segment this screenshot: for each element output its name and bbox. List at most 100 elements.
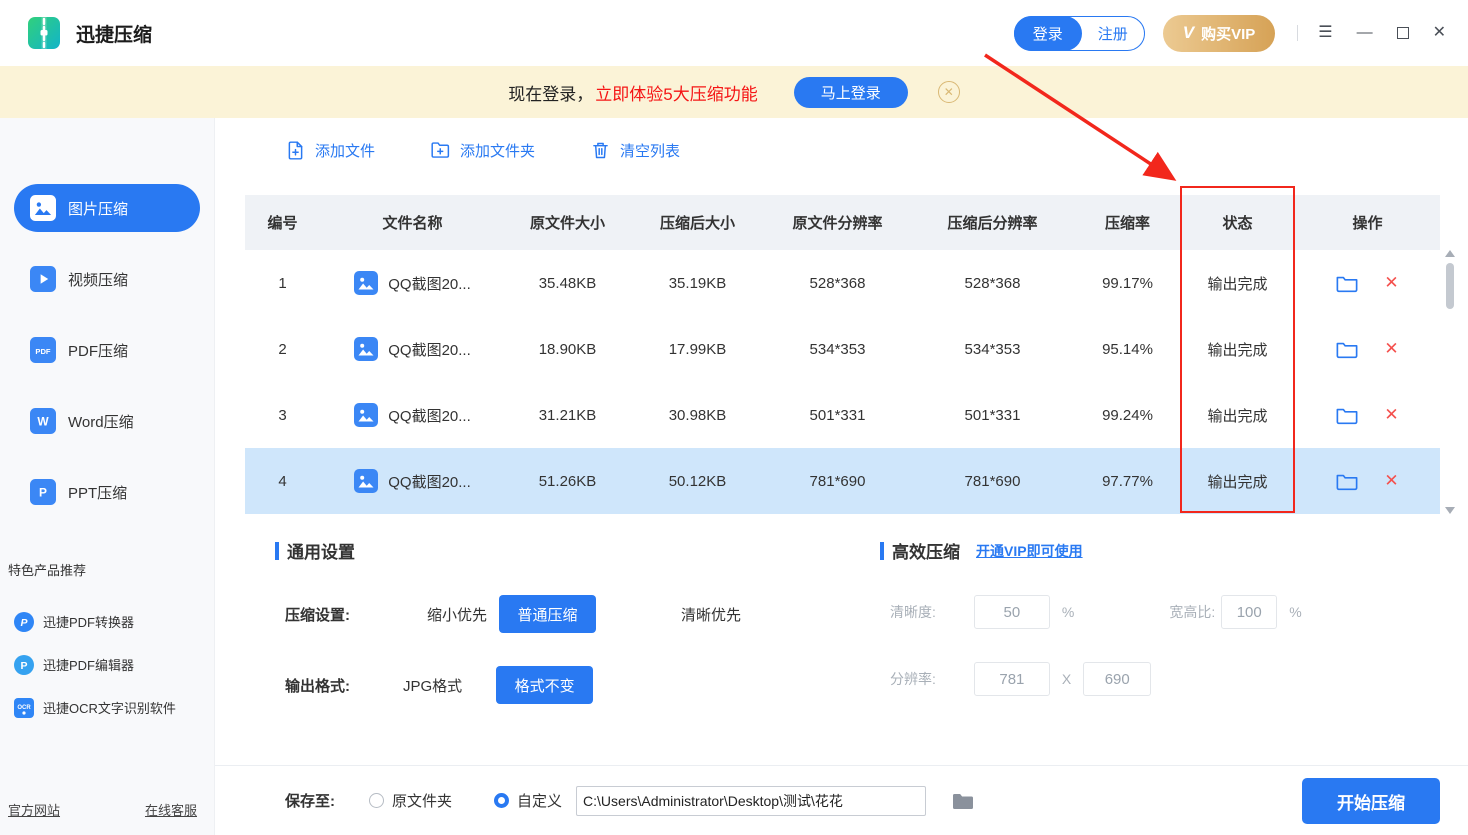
product-pdf-editor[interactable]: P 迅捷PDF编辑器 [0, 643, 214, 686]
resolution-width-input[interactable] [974, 662, 1050, 696]
settings-section: 通用设置 压缩设置: 缩小优先 普通压缩 清晰优先 输出格式: JPG格式 格式… [215, 538, 1468, 704]
cell-original-resolution: 781*690 [765, 473, 910, 490]
minimize-button[interactable]: — [1357, 25, 1373, 41]
option-jpg-format[interactable]: JPG格式 [403, 675, 462, 696]
open-folder-icon[interactable] [1336, 472, 1358, 491]
sidebar-item-label: 图片压缩 [68, 198, 128, 219]
delete-icon[interactable]: ✕ [1384, 339, 1398, 359]
title-bar-accent [880, 542, 884, 560]
radio-custom-folder-circle[interactable] [494, 793, 509, 808]
menu-icon[interactable]: ☰ [1318, 25, 1332, 41]
register-button[interactable]: 注册 [1082, 23, 1144, 44]
delete-icon[interactable]: ✕ [1384, 405, 1398, 425]
sidebar-item-pdf-compress[interactable]: PDF PDF压缩 [14, 326, 200, 374]
cell-actions: ✕ [1295, 339, 1440, 359]
header-compressed-resolution: 压缩后分辨率 [910, 212, 1075, 233]
cell-compressed-resolution: 528*368 [910, 275, 1075, 292]
sidebar-item-word-compress[interactable]: W Word压缩 [14, 397, 200, 445]
cell-number: 3 [245, 407, 320, 424]
scrollbar-down-icon[interactable] [1445, 507, 1455, 514]
cell-ratio: 95.14% [1075, 341, 1180, 358]
cell-original-resolution: 534*353 [765, 341, 910, 358]
add-file-label: 添加文件 [315, 140, 375, 161]
online-service-link[interactable]: 在线客服 [145, 800, 197, 819]
cell-original-size: 35.48KB [505, 275, 630, 292]
product-ocr-software[interactable]: OCR 迅捷OCR文字识别软件 [0, 686, 214, 729]
close-button[interactable]: ✕ [1433, 25, 1446, 41]
open-folder-icon[interactable] [1336, 340, 1358, 359]
ppt-compress-icon: P [30, 479, 56, 505]
open-folder-icon[interactable] [1336, 274, 1358, 293]
scrollbar-up-icon[interactable] [1445, 250, 1455, 257]
login-now-button[interactable]: 马上登录 [794, 77, 908, 108]
image-compress-icon [30, 195, 56, 221]
file-table-body: 1 QQ截图20... 35.48KB 35.19KB 528*368 528*… [245, 250, 1440, 514]
cell-status: 输出完成 [1180, 273, 1295, 294]
option-keep-format[interactable]: 格式不变 [496, 666, 593, 704]
buy-vip-button[interactable]: V 购买VIP [1163, 15, 1276, 52]
table-row[interactable]: 1 QQ截图20... 35.48KB 35.19KB 528*368 528*… [245, 250, 1440, 316]
start-compression-button[interactable]: 开始压缩 [1302, 778, 1440, 824]
official-website-link[interactable]: 官方网站 [8, 800, 60, 819]
compression-setting-row: 压缩设置: 缩小优先 普通压缩 清晰优先 [275, 595, 810, 633]
sidebar-item-ppt-compress[interactable]: P PPT压缩 [14, 468, 200, 516]
open-folder-icon[interactable] [1336, 406, 1358, 425]
open-vip-link[interactable]: 开通VIP即可使用 [976, 541, 1083, 561]
image-file-icon [354, 271, 378, 295]
save-path-input[interactable] [576, 786, 926, 816]
product-pdf-converter[interactable]: P 迅捷PDF转换器 [0, 600, 214, 643]
radio-original-folder[interactable]: 原文件夹 [369, 790, 452, 811]
banner-text: 现在登录， [508, 80, 593, 105]
aspect-ratio-label: 宽高比: [1169, 602, 1215, 622]
table-row[interactable]: 4 QQ截图20... 51.26KB 50.12KB 781*690 781*… [245, 448, 1440, 514]
sidebar-nav: 图片压缩 视频压缩 PDF PDF压缩 W [0, 184, 214, 516]
video-compress-icon [30, 266, 56, 292]
radio-custom-folder[interactable]: 自定义 [494, 790, 562, 811]
header-actions: 操作 [1295, 212, 1440, 233]
ocr-icon: OCR [14, 698, 34, 718]
resolution-label: 分辨率: [890, 669, 936, 689]
word-compress-icon: W [30, 408, 56, 434]
add-folder-button[interactable]: 添加文件夹 [430, 140, 535, 161]
scrollbar-thumb[interactable] [1446, 263, 1454, 309]
maximize-button[interactable] [1397, 27, 1409, 39]
table-row[interactable]: 2 QQ截图20... 18.90KB 17.99KB 534*353 534*… [245, 316, 1440, 382]
login-button[interactable]: 登录 [1014, 16, 1082, 51]
table-scrollbar [1443, 250, 1457, 514]
aspect-ratio-input[interactable] [1221, 595, 1277, 629]
product-label: 迅捷PDF编辑器 [43, 655, 134, 674]
delete-icon[interactable]: ✕ [1384, 273, 1398, 293]
sidebar-item-video-compress[interactable]: 视频压缩 [14, 255, 200, 303]
sidebar-item-image-compress[interactable]: 图片压缩 [14, 184, 200, 232]
header-filename: 文件名称 [320, 212, 505, 233]
add-file-button[interactable]: 添加文件 [285, 140, 375, 161]
app-title: 迅捷压缩 [76, 20, 152, 47]
option-clarity-priority[interactable]: 清晰优先 [681, 604, 741, 625]
app-window: 迅捷压缩 登录 注册 V 购买VIP ☰ — ✕ 现在登录， 立即体验5大压缩功… [0, 0, 1468, 835]
option-shrink-priority[interactable]: 缩小优先 [427, 604, 487, 625]
browse-folder-icon[interactable] [952, 792, 974, 810]
option-normal-compression[interactable]: 普通压缩 [499, 595, 596, 633]
window-controls: ☰ — ✕ [1318, 25, 1446, 41]
general-settings-title-text: 通用设置 [287, 538, 355, 563]
clarity-input[interactable] [974, 595, 1050, 629]
delete-icon[interactable]: ✕ [1384, 471, 1398, 491]
header-compressed-size: 压缩后大小 [630, 212, 765, 233]
product-label: 迅捷OCR文字识别软件 [43, 698, 176, 717]
banner-close-icon[interactable]: ✕ [938, 81, 960, 103]
resolution-height-input[interactable] [1083, 662, 1151, 696]
header-original-size: 原文件大小 [505, 212, 630, 233]
clear-list-button[interactable]: 清空列表 [590, 140, 680, 161]
cell-compressed-size: 30.98KB [630, 407, 765, 424]
radio-original-folder-circle[interactable] [369, 793, 384, 808]
add-folder-label: 添加文件夹 [460, 140, 535, 161]
filename-text: QQ截图20... [388, 405, 471, 426]
cell-original-resolution: 501*331 [765, 407, 910, 424]
cell-filename: QQ截图20... [320, 469, 505, 493]
buy-vip-label: 购买VIP [1201, 23, 1255, 44]
cell-compressed-resolution: 501*331 [910, 407, 1075, 424]
pdf-converter-icon: P [14, 612, 34, 632]
table-row[interactable]: 3 QQ截图20... 31.21KB 30.98KB 501*331 501*… [245, 382, 1440, 448]
footer-bar: 保存至: 原文件夹 自定义 开始压缩 [215, 765, 1468, 835]
image-file-icon [354, 337, 378, 361]
